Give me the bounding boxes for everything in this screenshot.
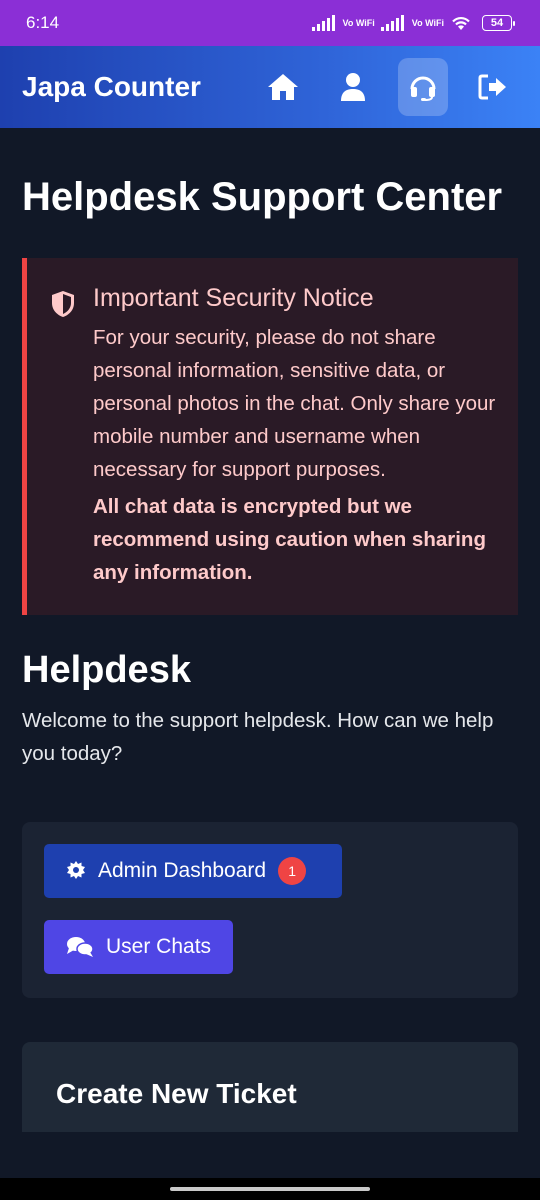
wifi-icon <box>452 17 470 30</box>
app-header: Japa Counter <box>0 46 540 128</box>
notification-badge: 1 <box>278 857 307 885</box>
signal-icon <box>311 15 335 31</box>
notice-body: Important Security Notice For your secur… <box>93 284 496 589</box>
page-title: Helpdesk Support Center <box>22 175 503 219</box>
home-indicator[interactable] <box>0 1178 540 1200</box>
nav-icons <box>258 58 518 116</box>
user-chats-button[interactable]: User Chats <box>44 920 234 974</box>
create-ticket-title: Create New Ticket <box>56 1078 297 1109</box>
home-icon <box>268 74 298 100</box>
status-time: 6:14 <box>26 13 60 32</box>
comments-icon <box>66 936 94 958</box>
security-notice: Important Security Notice For your secur… <box>22 258 518 615</box>
vowifi-label-1: Vo WiFi <box>342 17 375 28</box>
user-chats-label: User Chats <box>106 935 212 958</box>
headset-icon <box>410 76 436 101</box>
nav-helpdesk-button[interactable] <box>398 58 448 116</box>
helpdesk-title: Helpdesk <box>22 649 191 691</box>
shield-icon <box>51 290 75 589</box>
welcome-text: Welcome to the support helpdesk. How can… <box>22 709 494 765</box>
signal-icon-2 <box>380 15 404 31</box>
logout-icon <box>478 74 506 100</box>
status-icons: Vo WiFi Vo WiFi 54 <box>311 15 515 31</box>
user-icon <box>341 73 365 101</box>
notice-title: Important Security Notice <box>93 284 374 312</box>
nav-logout-button[interactable] <box>468 58 518 116</box>
notice-strong-text: All chat data is encrypted but we recomm… <box>93 495 486 584</box>
create-ticket-panel: Create New Ticket <box>22 1042 518 1132</box>
nav-profile-button[interactable] <box>328 58 378 116</box>
vowifi-label-2: Vo WiFi <box>411 17 444 28</box>
gear-icon <box>66 861 86 881</box>
actions-panel: Admin Dashboard 1 User Chats <box>22 822 518 998</box>
nav-home-button[interactable] <box>258 58 308 116</box>
admin-dashboard-label: Admin Dashboard <box>98 859 267 882</box>
admin-dashboard-button[interactable]: Admin Dashboard 1 <box>44 844 342 898</box>
status-bar: 6:14 Vo WiFi Vo WiFi 54 <box>0 0 540 46</box>
battery-icon: 54 <box>482 15 515 31</box>
app-title[interactable]: Japa Counter <box>22 71 258 103</box>
main-content: Helpdesk Support Center Important Securi… <box>22 128 518 1132</box>
notice-text: For your security, please do not share p… <box>93 326 496 481</box>
